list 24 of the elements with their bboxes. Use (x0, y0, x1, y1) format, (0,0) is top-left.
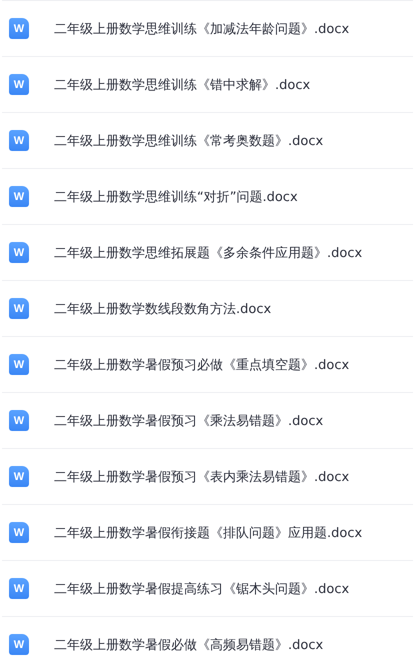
file-name[interactable]: 二年级上册数学暑假预习必做《重点填空题》.docx (54, 356, 350, 374)
word-file-icon: W (9, 186, 29, 207)
word-file-icon: W (9, 522, 29, 543)
word-file-icon: W (9, 578, 29, 599)
file-name[interactable]: 二年级上册数学思维训练《常考奥数题》.docx (54, 132, 324, 150)
file-name[interactable]: 二年级上册数学思维拓展题《多余条件应用题》.docx (54, 244, 362, 262)
word-file-icon: W (9, 410, 29, 431)
word-file-icon: W (9, 354, 29, 375)
word-file-icon: W (9, 634, 29, 655)
word-file-icon: W (9, 74, 29, 95)
file-name[interactable]: 二年级上册数学暑假提高练习《锯木头问题》.docx (54, 580, 350, 598)
file-name[interactable]: 二年级上册数学思维训练《加减法年龄问题》.docx (54, 20, 350, 38)
file-name[interactable]: 二年级上册数学思维训练《错中求解》.docx (54, 76, 310, 94)
file-name[interactable]: 二年级上册数学暑假预习《表内乘法易错题》.docx (54, 468, 350, 486)
file-name[interactable]: 二年级上册数学数线段数角方法.docx (54, 300, 272, 318)
file-name[interactable]: 二年级上册数学暑假必做《高频易错题》.docx (54, 636, 324, 654)
word-file-icon: W (9, 130, 29, 151)
word-file-icon: W (9, 298, 29, 319)
file-name[interactable]: 二年级上册数学暑假预习《乘法易错题》.docx (54, 412, 324, 430)
word-file-icon: W (9, 18, 29, 39)
word-file-icon: W (9, 242, 29, 263)
file-name[interactable]: 二年级上册数学暑假衔接题《排队问题》应用题.docx (54, 524, 362, 542)
file-name[interactable]: 二年级上册数学思维训练“对折”问题.docx (54, 188, 298, 206)
word-file-icon: W (9, 466, 29, 487)
